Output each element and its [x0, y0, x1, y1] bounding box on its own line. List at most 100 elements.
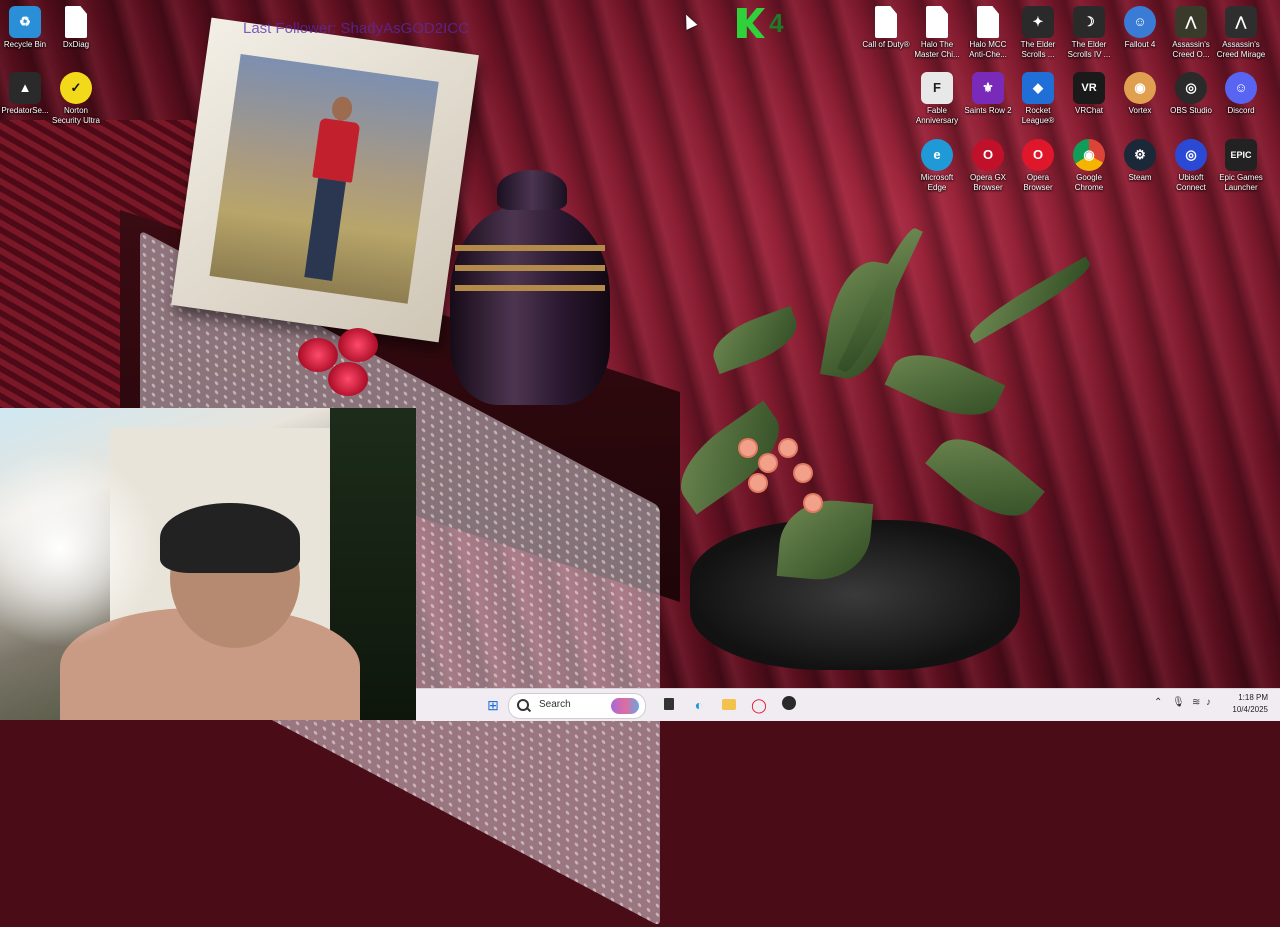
- chrome-icon: ◉: [1073, 139, 1105, 171]
- desktop-icon-vortex[interactable]: ◉ Vortex: [1115, 68, 1165, 130]
- k-logo-icon: [737, 8, 765, 38]
- chevron-up-icon[interactable]: ⌃: [1154, 697, 1162, 708]
- vrchat-icon: VR: [1073, 72, 1105, 104]
- wallpaper-photo-frame: [171, 17, 479, 343]
- desktop-icon-discord[interactable]: ☺ Discord: [1216, 68, 1266, 130]
- taskbar: ⊞ Search ◐ ◯ ⌃ 🎙 ≋ ♪ 1:18 PM 10/4/2025: [416, 688, 1280, 721]
- desktop-icon-label: Rocket League®: [1021, 106, 1055, 125]
- photo-person: [298, 94, 364, 288]
- desktop-icon-saints-row-2[interactable]: ⚜ Saints Row 2: [963, 68, 1013, 130]
- document-icon: [977, 6, 999, 38]
- desktop-icon-halo-mcc[interactable]: Halo The Master Chi...: [912, 2, 962, 64]
- discord-icon: ☺: [1225, 72, 1257, 104]
- clock-date: 10/4/2025: [1232, 705, 1268, 714]
- desktop-icon-label: Saints Row 2: [964, 106, 1012, 115]
- document-icon: [65, 6, 87, 38]
- logo-number: 4: [769, 8, 784, 38]
- search-icon: [517, 699, 529, 711]
- desktop-icon-label: Ubisoft Connect: [1176, 173, 1206, 192]
- desktop-icon-label: Halo The Master Chi...: [914, 40, 960, 59]
- wallpaper-urn: [445, 170, 610, 410]
- desktop-icon-label: DxDiag: [62, 40, 90, 49]
- opera-icon: ◯: [751, 697, 767, 713]
- desktop-icon-fable-anniversary[interactable]: F Fable Anniversary: [912, 68, 962, 130]
- edge-icon: ◐: [694, 697, 704, 713]
- desktop-icon-opera[interactable]: O Opera Browser: [1013, 135, 1063, 197]
- desktop-icon-fallout-4[interactable]: ☺ Fallout 4: [1115, 2, 1165, 64]
- stream-logo: 4: [737, 8, 797, 40]
- desktop-icon-label: Google Chrome: [1074, 173, 1104, 192]
- obs-icon: ◎: [1175, 72, 1207, 104]
- desktop-icon-steam[interactable]: ⚙ Steam: [1115, 135, 1165, 197]
- start-button[interactable]: ⊞: [480, 693, 506, 717]
- desktop-icon-google-chrome[interactable]: ◉ Google Chrome: [1064, 135, 1114, 197]
- desktop-icon-halo-anticheat[interactable]: Halo MCC Anti-Che...: [963, 2, 1013, 64]
- wallpaper-roses: [298, 328, 398, 398]
- desktop-icon-label: Vortex: [1128, 106, 1152, 115]
- desktop-icon-label: Assassin's Creed Mirage: [1216, 40, 1266, 59]
- document-icon: [926, 6, 948, 38]
- desktop-icon-label: Opera GX Browser: [969, 173, 1006, 192]
- steam-icon: ⚙: [1124, 139, 1156, 171]
- desktop-icon-vrchat[interactable]: VR VRChat: [1064, 68, 1114, 130]
- desktop-icon-label: Steam: [1128, 173, 1152, 182]
- windows-logo-icon: ⊞: [487, 697, 499, 713]
- desktop-icon-label: The Elder Scrolls ...: [1020, 40, 1056, 59]
- wifi-icon[interactable]: ≋: [1192, 697, 1200, 708]
- desktop-icon-recycle-bin[interactable]: ♻ Recycle Bin: [0, 2, 50, 64]
- norton-icon: ✓: [60, 72, 92, 104]
- wallpaper-plant: [630, 200, 1100, 670]
- search-placeholder: Search: [539, 699, 571, 710]
- document-icon: [875, 6, 897, 38]
- desktop-icon-elder-scrolls[interactable]: ✦ The Elder Scrolls ...: [1013, 2, 1063, 64]
- desktop-icon-label: Microsoft Edge: [920, 173, 954, 192]
- desktop-icon-epic-games[interactable]: EPIC Epic Games Launcher: [1216, 135, 1266, 197]
- desktop-icon-ubisoft-connect[interactable]: ◎ Ubisoft Connect: [1166, 135, 1216, 197]
- desktop-icon-label: VRChat: [1074, 106, 1103, 115]
- webcam-overlay: [0, 408, 416, 720]
- microphone-icon[interactable]: 🎙: [1172, 697, 1185, 708]
- desktop-icon-label: Recycle Bin: [3, 40, 47, 49]
- elder-scrolls-oblivion-icon: ☽: [1073, 6, 1105, 38]
- desktop-icon-label: Halo MCC Anti-Che...: [969, 40, 1007, 59]
- taskbar-clock[interactable]: 1:18 PM 10/4/2025: [1232, 692, 1268, 716]
- rocket-league-icon: ◆: [1022, 72, 1054, 104]
- desktop-icon-label: Fallout 4: [1124, 40, 1156, 49]
- fable-icon: F: [921, 72, 953, 104]
- desktop-icon-obs-studio[interactable]: ◎ OBS Studio: [1166, 68, 1216, 130]
- fallout-icon: ☺: [1124, 6, 1156, 38]
- system-tray: ⌃ 🎙 ≋ ♪ 1:18 PM 10/4/2025: [1150, 689, 1280, 721]
- predator-icon: ▲: [9, 72, 41, 104]
- desktop-icon-label: OBS Studio: [1170, 106, 1212, 115]
- taskbar-edge[interactable]: ◐: [686, 693, 712, 717]
- folder-icon: [722, 699, 736, 710]
- edge-icon: e: [921, 139, 953, 171]
- desktop-icon-microsoft-edge[interactable]: e Microsoft Edge: [912, 135, 962, 197]
- desktop-icon-label: Fable Anniversary: [915, 106, 959, 125]
- desktop-icon-label: Assassin's Creed O...: [1172, 40, 1210, 59]
- saints-row-icon: ⚜: [972, 72, 1004, 104]
- taskbar-opera[interactable]: ◯: [746, 693, 772, 717]
- assassins-creed-icon: ⋀: [1225, 6, 1257, 38]
- desktop-icon-rocket-league[interactable]: ◆ Rocket League®: [1013, 68, 1063, 130]
- desktop-icon-elder-scrolls-iv[interactable]: ☽ The Elder Scrolls IV ...: [1064, 2, 1114, 64]
- taskbar-obs[interactable]: [776, 693, 802, 717]
- desktop-icon-assassins-creed-odyssey[interactable]: ⋀ Assassin's Creed O...: [1166, 2, 1216, 64]
- vortex-icon: ◉: [1124, 72, 1156, 104]
- taskbar-file-explorer[interactable]: [716, 693, 742, 717]
- desktop-icon-label: Epic Games Launcher: [1219, 173, 1263, 192]
- taskbar-search[interactable]: Search: [508, 693, 646, 719]
- desktop-icon-predatorsense[interactable]: ▲ PredatorSe...: [0, 68, 50, 130]
- task-view-button[interactable]: [656, 693, 682, 717]
- desktop-icon-label: PredatorSe...: [1, 106, 49, 115]
- desktop-icon-assassins-creed-mirage[interactable]: ⋀ Assassin's Creed Mirage: [1216, 2, 1266, 64]
- desktop-icon-call-of-duty[interactable]: Call of Duty®: [861, 2, 911, 64]
- desktop-icon-norton[interactable]: ✓ Norton Security Ultra: [51, 68, 101, 130]
- desktop-icon-opera-gx[interactable]: O Opera GX Browser: [963, 135, 1013, 197]
- assassins-creed-icon: ⋀: [1175, 6, 1207, 38]
- desktop-icon-label: The Elder Scrolls IV ...: [1067, 40, 1111, 59]
- volume-icon[interactable]: ♪: [1206, 697, 1211, 708]
- desktop-icon-dxdiag[interactable]: DxDiag: [51, 2, 101, 64]
- epic-games-icon: EPIC: [1225, 139, 1257, 171]
- desktop-icon-label: Call of Duty®: [862, 40, 910, 49]
